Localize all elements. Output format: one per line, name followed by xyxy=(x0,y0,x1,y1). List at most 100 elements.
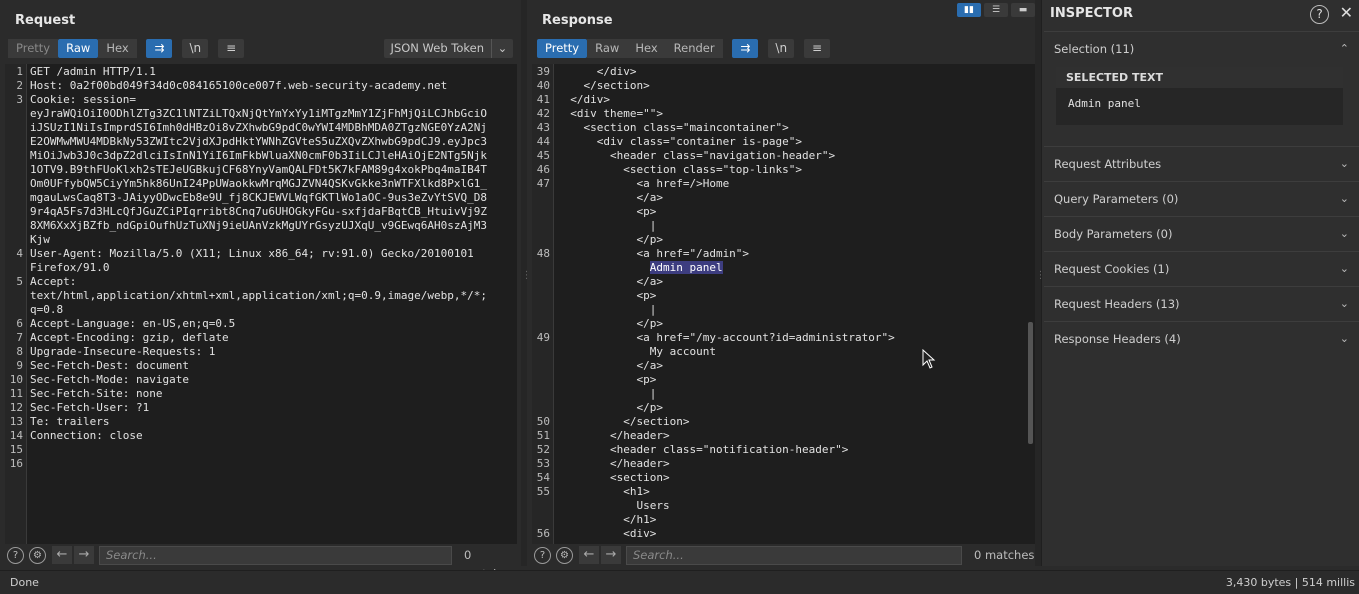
line-content: </div> xyxy=(557,65,637,78)
wrap-icon[interactable]: ⇉ xyxy=(732,39,759,58)
line-number xyxy=(532,373,554,387)
request-editor[interactable]: 1 GET /admin HTTP/1.1 2 Host: 0a2f00bd049f3… xyxy=(5,64,517,544)
cookie-value-line: MiOiJwb3J0c3dpZ2dlciIsInN1YiI6ImFkbWluaX… xyxy=(27,149,517,163)
line-text: | xyxy=(554,303,1035,317)
code-line: 44 <div class="container is-page"> xyxy=(532,135,1035,149)
inspector-section-label: Body Parameters (0) xyxy=(1054,227,1173,241)
response-scrollbar[interactable] xyxy=(1028,322,1033,444)
line-text: <a href=/>Home xyxy=(554,177,1035,191)
code-line: 40 </section> xyxy=(532,79,1035,93)
selected-text-highlight[interactable]: Admin panel xyxy=(649,261,723,274)
line-content: Te: trailers xyxy=(30,415,110,428)
line-content: Users xyxy=(557,499,670,512)
request-search-input[interactable]: Search... xyxy=(99,546,452,565)
inspector-section-selection[interactable]: Selection (11) ⌃ xyxy=(1044,31,1359,66)
inspector-section[interactable]: Request Attributes ⌄ xyxy=(1044,146,1359,181)
prev-arrow-icon[interactable]: ← xyxy=(52,546,72,564)
line-text: Firefox/91.0 xyxy=(27,261,517,275)
split-rows-icon[interactable]: ☰ xyxy=(984,3,1008,17)
single-pane-icon[interactable]: ▬ xyxy=(1011,3,1035,17)
request-tab-pretty[interactable]: Pretty xyxy=(8,39,59,58)
help-icon[interactable]: ? xyxy=(1310,5,1329,24)
inspector-section[interactable]: Body Parameters (0) ⌄ xyxy=(1044,216,1359,251)
line-text: <header class="navigation-header"> xyxy=(554,149,1035,163)
line-content: <section class="maincontainer"> xyxy=(557,121,789,134)
line-text: <p> xyxy=(554,373,1035,387)
drag-handle-icon[interactable]: ⋮ xyxy=(1036,271,1046,288)
cookie-value-line: 1OTV9.B9thFUoKlxh2sTEJeUGBkujCF68YnyVamQ… xyxy=(27,163,517,177)
code-line: 4 User-Agent: Mozilla/5.0 (X11; Linux x86… xyxy=(5,247,517,261)
response-search-input[interactable]: Search... xyxy=(626,546,962,565)
code-line: Admin panel xyxy=(532,261,1035,275)
code-line: 11 Sec-Fetch-Site: none xyxy=(5,387,517,401)
inspector-section[interactable]: Request Headers (13) ⌄ xyxy=(1044,286,1359,321)
line-number xyxy=(532,345,554,359)
help-icon[interactable]: ? xyxy=(7,547,24,564)
inspector-section-label: Request Attributes xyxy=(1054,157,1162,171)
newline-toggle-button[interactable]: \n xyxy=(768,39,795,58)
split-columns-icon[interactable]: ▮▮ xyxy=(957,3,981,17)
response-tab-render[interactable]: Render xyxy=(665,39,723,58)
json-web-token-dropdown[interactable]: JSON Web Token ⌄ xyxy=(383,39,513,58)
line-number: 56 xyxy=(536,527,550,540)
line-text: q=0.8 xyxy=(27,303,517,317)
line-text: <header class="notification-header"> xyxy=(554,443,1035,457)
line-text xyxy=(27,443,517,457)
line-text: </p> xyxy=(554,233,1035,247)
code-line: 53 </header> xyxy=(532,457,1035,471)
code-line: text/html,application/xhtml+xml,applicat… xyxy=(5,289,517,303)
response-editor[interactable]: 39 </div> 40 </section> 41 </div> 42 <div t… xyxy=(532,64,1035,544)
line-content: mgauLwsCaq8T3-JAiyyODwcEb8e9U_fj8CKJEWVL… xyxy=(30,191,487,204)
response-pane: Response ▮▮ ☰ ▬ Pretty Raw Hex Render ⇉ \n … xyxy=(527,0,1035,566)
code-line: Firefox/91.0 xyxy=(5,261,517,275)
inspector-section[interactable]: Response Headers (4) ⌄ xyxy=(1044,321,1359,356)
response-tab-raw[interactable]: Raw xyxy=(587,39,628,58)
response-tab-pretty[interactable]: Pretty xyxy=(537,39,588,58)
line-content: <div theme=""> xyxy=(557,107,663,120)
gear-icon[interactable]: ⚙ xyxy=(29,547,46,564)
drag-handle-icon[interactable]: ⋮ xyxy=(522,271,532,288)
inspector-section[interactable]: Query Parameters (0) ⌄ xyxy=(1044,181,1359,216)
next-arrow-icon[interactable]: → xyxy=(74,546,94,564)
close-icon[interactable]: ✕ xyxy=(1340,3,1353,22)
newline-toggle-button[interactable]: \n xyxy=(182,39,209,58)
wrap-icon[interactable]: ⇉ xyxy=(146,39,173,58)
line-content: | xyxy=(557,303,657,316)
code-line: 9r4qA5Fs7d3HLcQfJGuZCiPIqrribt8Cnq7u6UHO… xyxy=(5,205,517,219)
line-text: GET /admin HTTP/1.1 xyxy=(27,65,517,79)
code-line: 43 <section class="maincontainer"> xyxy=(532,121,1035,135)
line-text: text/html,application/xhtml+xml,applicat… xyxy=(27,289,517,303)
code-line: 47 <a href=/>Home xyxy=(532,177,1035,191)
response-stats: 3,430 bytes | 514 millis xyxy=(1225,576,1355,589)
inspector-section[interactable]: Request Cookies (1) ⌄ xyxy=(1044,251,1359,286)
next-arrow-icon[interactable]: → xyxy=(601,546,621,564)
code-line: 8 Upgrade-Insecure-Requests: 1 xyxy=(5,345,517,359)
line-number: 42 xyxy=(536,107,550,120)
line-content: </p> xyxy=(557,317,663,330)
request-tab-raw[interactable]: Raw xyxy=(58,39,99,58)
inspector-panel: INSPECTOR ? ✕ Selection (11) ⌃ SELECTED … xyxy=(1041,0,1359,566)
hamburger-icon[interactable]: ≡ xyxy=(218,39,245,58)
line-content: User-Agent: Mozilla/5.0 (X11; Linux x86_… xyxy=(30,247,474,260)
request-tab-hex[interactable]: Hex xyxy=(98,39,137,58)
line-number xyxy=(532,275,554,289)
prev-arrow-icon[interactable]: ← xyxy=(579,546,599,564)
line-text: </section> xyxy=(554,79,1035,93)
line-number xyxy=(5,135,27,149)
help-icon[interactable]: ? xyxy=(534,547,551,564)
line-text: | xyxy=(554,387,1035,401)
line-content: <a href="/my-account?id=administrator"> xyxy=(557,331,895,344)
line-number xyxy=(532,317,554,331)
line-number: 49 xyxy=(536,331,550,344)
line-content: </div> xyxy=(557,93,610,106)
line-content: E2OWMwMWU4MDBkNy53ZWItc2VjdXJpdHktYWNhZG… xyxy=(30,135,487,148)
code-line: mgauLwsCaq8T3-JAiyyODwcEb8e9U_fj8CKJEWVL… xyxy=(5,191,517,205)
code-line: </a> xyxy=(532,275,1035,289)
gear-icon[interactable]: ⚙ xyxy=(556,547,573,564)
response-tab-hex[interactable]: Hex xyxy=(627,39,666,58)
line-content: </section> xyxy=(557,79,650,92)
code-line: 55 <h1> xyxy=(532,485,1035,499)
line-content: Connection: close xyxy=(30,429,143,442)
hamburger-icon[interactable]: ≡ xyxy=(804,39,831,58)
line-content: </a> xyxy=(557,359,663,372)
